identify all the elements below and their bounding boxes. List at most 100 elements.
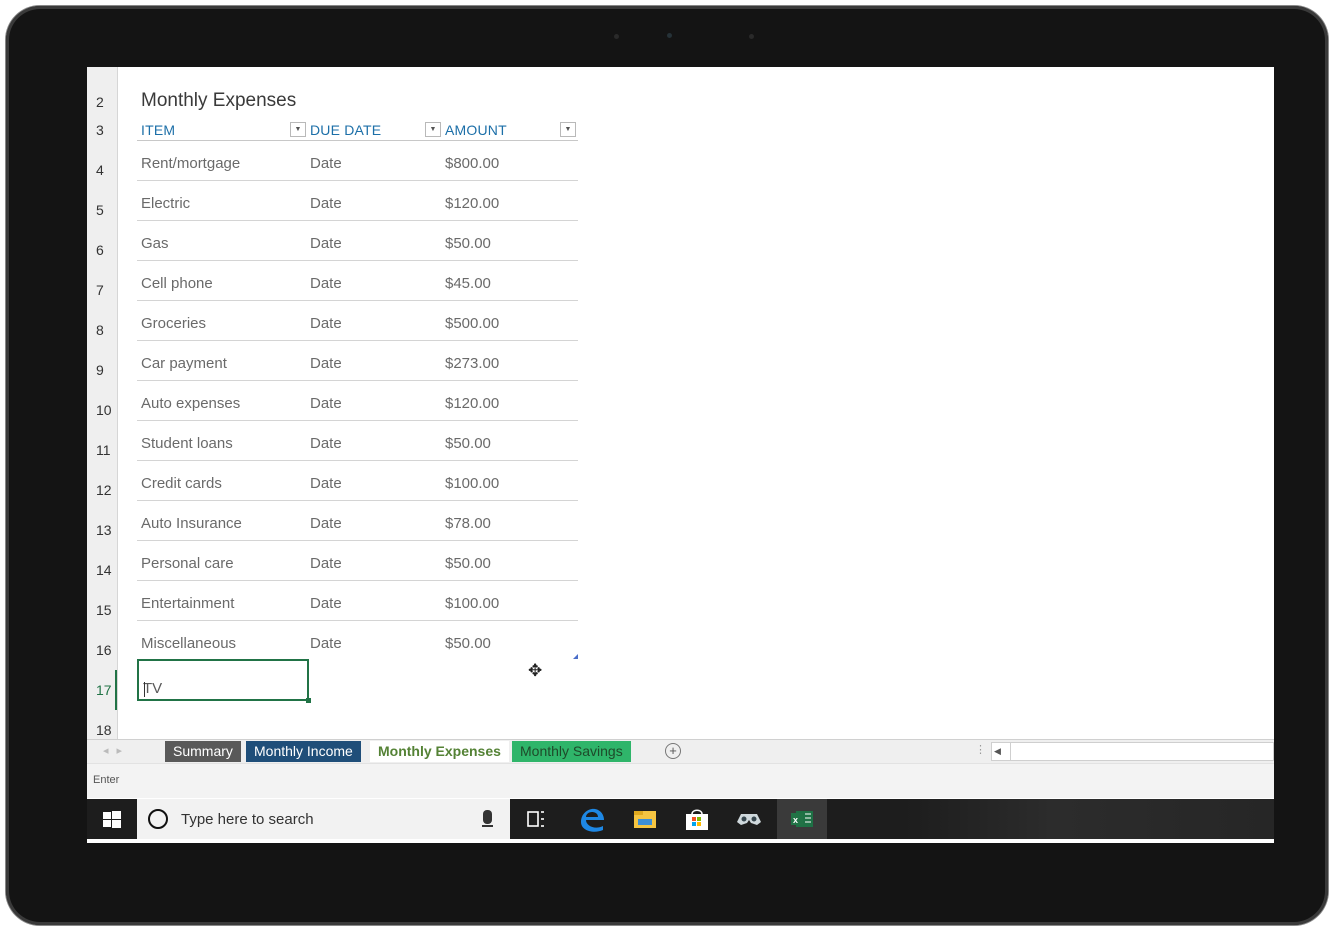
- table-row: Auto Insurance Date $78.00: [137, 501, 578, 541]
- cell-due[interactable]: Date: [310, 555, 342, 572]
- cell-amount[interactable]: $45.00: [445, 275, 491, 292]
- cell-due[interactable]: Date: [310, 315, 342, 332]
- row-header[interactable]: 7: [87, 282, 117, 298]
- table-row: Entertainment Date $100.00: [137, 581, 578, 621]
- camera-sensor: [749, 34, 754, 39]
- cell-due[interactable]: Date: [310, 155, 342, 172]
- cell-due[interactable]: Date: [310, 235, 342, 252]
- taskbar: Type here to search x: [87, 799, 1274, 839]
- cell-amount[interactable]: $50.00: [445, 555, 491, 572]
- mixed-reality-icon[interactable]: [724, 799, 774, 839]
- cell-amount[interactable]: $50.00: [445, 435, 491, 452]
- tab-monthly-expenses[interactable]: Monthly Expenses: [370, 741, 509, 762]
- task-view-icon[interactable]: [510, 799, 560, 839]
- table-row: Car payment Date $273.00: [137, 341, 578, 381]
- cortana-circle-icon[interactable]: [148, 809, 168, 829]
- column-header-item[interactable]: ITEM: [141, 122, 175, 138]
- table-row: Electric Date $120.00: [137, 181, 578, 221]
- cell-item[interactable]: Auto Insurance: [141, 515, 242, 532]
- filter-dropdown-icon[interactable]: ▼: [425, 122, 441, 137]
- cell-due[interactable]: Date: [310, 395, 342, 412]
- camera-sensor: [614, 34, 619, 39]
- cell-due[interactable]: Date: [310, 435, 342, 452]
- row-header[interactable]: 4: [87, 162, 117, 178]
- row-header[interactable]: 9: [87, 362, 117, 378]
- cell-amount[interactable]: $50.00: [445, 235, 491, 252]
- row-header[interactable]: 6: [87, 242, 117, 258]
- fill-handle[interactable]: [306, 698, 311, 703]
- cell-item[interactable]: Student loans: [141, 435, 233, 452]
- cell-item[interactable]: Credit cards: [141, 475, 222, 492]
- cell-amount[interactable]: $78.00: [445, 515, 491, 532]
- cell-item[interactable]: Miscellaneous: [141, 635, 236, 652]
- row-header[interactable]: 13: [87, 522, 117, 538]
- filter-dropdown-icon[interactable]: ▼: [290, 122, 306, 137]
- store-icon[interactable]: [672, 799, 722, 839]
- cell-amount[interactable]: $800.00: [445, 155, 499, 172]
- active-cell-editor[interactable]: TV: [137, 659, 309, 701]
- table-row: Student loans Date $50.00: [137, 421, 578, 461]
- cell-amount[interactable]: $500.00: [445, 315, 499, 332]
- row-header[interactable]: 14: [87, 562, 117, 578]
- cell-item[interactable]: Car payment: [141, 355, 227, 372]
- taskbar-search-box[interactable]: Type here to search: [137, 799, 510, 839]
- cell-amount[interactable]: $273.00: [445, 355, 499, 372]
- tab-monthly-income[interactable]: Monthly Income: [246, 741, 361, 762]
- sheet-tab-bar: ◂▸ Summary Monthly Income Monthly Expens…: [87, 739, 1274, 764]
- row-header[interactable]: 8: [87, 322, 117, 338]
- row-header[interactable]: 15: [87, 602, 117, 618]
- cell-due[interactable]: Date: [310, 275, 342, 292]
- excel-icon[interactable]: x: [777, 799, 827, 839]
- cell-item[interactable]: Gas: [141, 235, 169, 252]
- table-row: Credit cards Date $100.00: [137, 461, 578, 501]
- scrollbar-divider: [1010, 743, 1011, 760]
- cell-amount[interactable]: $100.00: [445, 595, 499, 612]
- cell-due[interactable]: Date: [310, 635, 342, 652]
- cell-due[interactable]: Date: [310, 515, 342, 532]
- windows-start-icon[interactable]: [87, 799, 137, 839]
- row-header[interactable]: 18: [87, 722, 117, 738]
- search-placeholder: Type here to search: [181, 811, 314, 828]
- row-header[interactable]: 11: [87, 442, 117, 458]
- camera-lens: [667, 33, 672, 38]
- cell-due[interactable]: Date: [310, 195, 342, 212]
- cell-due[interactable]: Date: [310, 595, 342, 612]
- splitter-handle-icon[interactable]: ⋮: [975, 743, 986, 756]
- filter-dropdown-icon[interactable]: ▼: [560, 122, 576, 137]
- cell-item[interactable]: Electric: [141, 195, 190, 212]
- cell-due[interactable]: Date: [310, 475, 342, 492]
- row-header[interactable]: 3: [87, 122, 117, 138]
- sheet-title[interactable]: Monthly Expenses: [141, 90, 296, 112]
- file-explorer-icon[interactable]: [620, 799, 670, 839]
- table-resize-handle[interactable]: [573, 654, 578, 659]
- row-header[interactable]: 2: [87, 94, 117, 110]
- row-header[interactable]: 17: [87, 670, 117, 710]
- cell-due[interactable]: Date: [310, 355, 342, 372]
- row-header[interactable]: 12: [87, 482, 117, 498]
- horizontal-scrollbar[interactable]: ◀: [991, 742, 1274, 761]
- row-header[interactable]: 16: [87, 642, 117, 658]
- row-header[interactable]: 5: [87, 202, 117, 218]
- column-header-due-date[interactable]: DUE DATE: [310, 122, 381, 138]
- tab-monthly-savings[interactable]: Monthly Savings: [512, 741, 631, 762]
- add-sheet-icon[interactable]: +: [665, 743, 681, 759]
- scroll-left-icon[interactable]: ◀: [994, 743, 1001, 760]
- column-header-amount[interactable]: AMOUNT: [445, 122, 507, 138]
- sheet-nav-arrows-icon[interactable]: ◂▸: [103, 744, 130, 757]
- cell-amount[interactable]: $50.00: [445, 635, 491, 652]
- microphone-icon[interactable]: [483, 810, 492, 824]
- table-row: Miscellaneous Date $50.00: [137, 621, 578, 661]
- cell-item[interactable]: Entertainment: [141, 595, 234, 612]
- tab-summary[interactable]: Summary: [165, 741, 241, 762]
- cell-item[interactable]: Auto expenses: [141, 395, 240, 412]
- row-header[interactable]: 10: [87, 402, 117, 418]
- cell-item[interactable]: Cell phone: [141, 275, 213, 292]
- cell-amount[interactable]: $120.00: [445, 395, 499, 412]
- cell-item[interactable]: Groceries: [141, 315, 206, 332]
- edge-icon[interactable]: [567, 799, 617, 839]
- cell-item[interactable]: Rent/mortgage: [141, 155, 240, 172]
- cell-edit-value: TV: [143, 680, 163, 697]
- cell-amount[interactable]: $100.00: [445, 475, 499, 492]
- cell-item[interactable]: Personal care: [141, 555, 234, 572]
- cell-amount[interactable]: $120.00: [445, 195, 499, 212]
